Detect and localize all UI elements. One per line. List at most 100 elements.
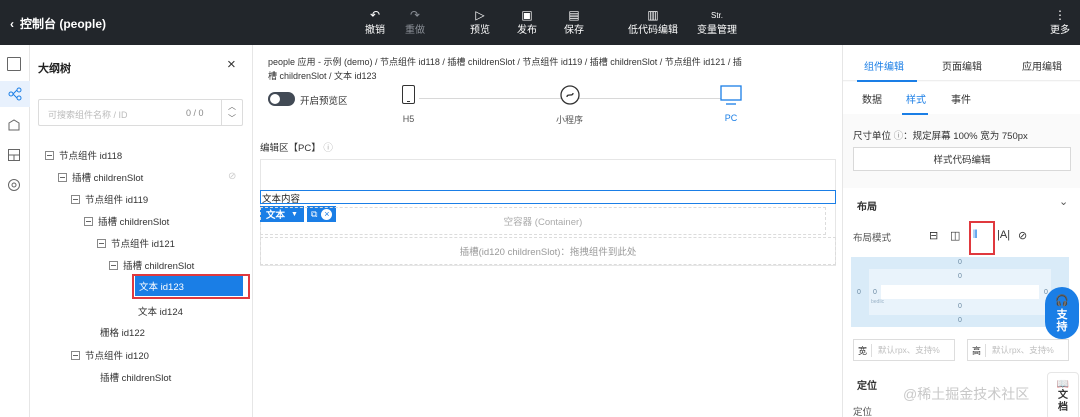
low-code-edit-button[interactable]: ▥ 低代码编辑 [628,7,678,38]
editor-canvas: people 应用 - 示例 (demo) / 节点组件 id118 / 插槽 … [254,45,842,417]
style-code-edit-button[interactable]: 样式代码编辑 [853,147,1071,171]
more-icon: ⋮ [1054,8,1066,22]
collapse-icon[interactable] [71,194,80,204]
collapse-icon[interactable] [97,238,106,248]
settings-icon[interactable] [7,178,21,192]
preview-toggle[interactable] [268,92,295,106]
back-to-console-button[interactable]: ‹ 控制台 (people) [10,15,106,32]
support-float-button[interactable]: 🎧 支持 [1045,287,1079,339]
top-toolbar: ‹ 控制台 (people) ↶ 撤销 ↷ 重做 ▷ 预览 ▣ 发布 ▤ 保存 ▥ 低代码编… [0,0,1080,45]
height-field[interactable]: 高 默认rpx、支持% [967,339,1069,361]
save-button[interactable]: ▤ 保存 [564,7,584,38]
redo-icon: ↷ [409,8,421,22]
position-heading: 定位 [857,381,877,392]
tree-node[interactable]: 节点组件 id121 [97,236,175,250]
tree-node[interactable]: 插槽 childrenSlot [84,214,169,228]
monitor-icon [720,85,742,105]
sub-tab-underline [902,113,928,115]
pages-icon[interactable] [7,57,21,71]
eye-off-icon[interactable]: ⊘ [228,171,236,182]
outline-tree-panel: 大纲树 × 可搜索组件名称 / ID 0 / 0 ︿ ﹀ 节点组件 id118 … [30,45,253,417]
tree-node[interactable]: 插槽 childrenSlot [100,370,171,384]
preview-toggle-label: 开启预览区 [300,96,348,107]
component-search-box[interactable]: 可搜索组件名称 / ID 0 / 0 ︿ ﹀ [38,99,243,126]
edit-area-label: 编辑区【PC】 ⓘ [260,143,333,154]
variable-icon: Str. [710,11,723,20]
tree-node[interactable]: 节点组件 id119 [71,192,148,206]
undo-button[interactable]: ↶ 撤销 [365,7,385,38]
chevron-down-icon[interactable]: ﹀ [228,113,236,124]
tab-style[interactable]: 样式 [906,91,926,106]
collapse-icon[interactable] [45,150,54,160]
tab-data[interactable]: 数据 [862,91,882,106]
layout-inline-icon[interactable]: |A| [997,229,1010,241]
tab-events[interactable]: 事件 [951,91,971,106]
layout-heading: 布局 [857,202,877,213]
layout-mode-label: 布局模式 [853,233,892,244]
tab-app-edit[interactable]: 应用编辑 [1022,58,1062,73]
search-count: 0 / 0 [186,108,204,118]
toggle-knob [270,94,280,104]
doc-float-button[interactable]: 📖 文档 [1047,372,1079,417]
close-icon[interactable]: × [227,56,236,73]
delete-icon[interactable]: × [321,208,333,220]
device-pc[interactable]: PC [720,85,742,123]
watermark: @稀土掘金技术社区 [903,386,1030,402]
chevron-down-icon[interactable]: ⌄ [1059,195,1068,208]
box-model-editor[interactable]: 0 0 0 0 0 0 0 0 bedlic [851,257,1069,327]
tree-node[interactable]: 节点组件 id120 [71,348,149,362]
caret-down-icon: ▼ [291,210,298,218]
undo-icon: ↶ [369,8,381,22]
preview-button[interactable]: ▷ 预览 [470,7,490,38]
collapse-icon[interactable] [84,216,93,226]
play-icon: ▷ [475,8,485,22]
template-icon[interactable] [7,148,21,162]
device-mini-program[interactable]: 小程序 [556,85,583,126]
tab-component-edit[interactable]: 组件编辑 [864,58,904,73]
headset-icon: 🎧 [1055,294,1069,307]
publish-button[interactable]: ▣ 发布 [517,7,537,38]
book-icon: 📖 [1056,378,1070,390]
variable-manage-button[interactable]: Str. 变量管理 [697,7,737,38]
info-icon: ⓘ [323,143,333,154]
tab-page-edit[interactable]: 页面编辑 [942,58,982,73]
component-type-chip[interactable]: 文本 ▼ [260,206,304,222]
breadcrumb: people 应用 - 示例 (demo) / 节点组件 id118 / 插槽 … [268,57,742,67]
component-toolbar: 文本 ▼ ⧉ × [260,206,337,222]
tree-node[interactable]: 插槽 childrenSlot [58,170,143,184]
outline-title: 大纲树 [38,63,71,75]
layout-hidden-icon[interactable]: ⊘ [1018,229,1027,242]
size-unit-hint: 尺寸单位 ⓘ：规定屏幕 100% 宽为 750px [853,131,1028,142]
layout-highlight [969,221,995,255]
redo-button[interactable]: ↷ 重做 [405,7,425,38]
collapse-icon[interactable] [71,350,80,360]
search-placeholder: 可搜索组件名称 / ID [48,110,128,120]
chevron-up-icon[interactable]: ︿ [228,101,236,112]
tree-node[interactable]: 插槽 childrenSlot [109,258,194,272]
tree-node[interactable]: 栅格 id122 [100,325,145,339]
device-h5[interactable]: H5 [402,85,415,124]
selected-text-component[interactable]: 文本内容 [260,190,836,205]
left-icon-rail [0,45,30,417]
width-field[interactable]: 宽 默认rpx、支持% [853,339,955,361]
breadcrumb-continued: 槽 childrenSlot / 文本 id123 [268,71,377,81]
selection-highlight [132,274,250,299]
save-icon: ▤ [568,8,580,22]
more-button[interactable]: ⋮ 更多 [1050,7,1070,38]
slot-drop-zone[interactable]: 插槽(id120 childrenSlot)：拖拽组件到此处 [260,237,836,265]
chevron-left-icon: ‹ [10,16,14,31]
layout-block-icon[interactable]: ⊟ [929,229,938,242]
mini-program-icon [559,85,580,105]
tree-node[interactable]: 节点组件 id118 [45,148,122,162]
collapse-icon[interactable] [109,260,118,270]
layout-inline-block-icon[interactable]: ◫ [950,229,960,242]
collapse-icon[interactable] [58,172,67,182]
phone-icon [402,85,415,104]
property-panel: 组件编辑 页面编辑 应用编辑 数据 样式 事件 尺寸单位 ⓘ：规定屏幕 100%… [842,45,1080,417]
copy-icon[interactable]: ⧉ [311,209,317,220]
code-file-icon: ▥ [647,8,659,22]
outline-tree-tab[interactable] [0,81,30,107]
component-library-icon[interactable] [7,118,21,132]
console-title: 控制台 (people) [20,17,106,31]
tree-node[interactable]: 文本 id124 [138,304,183,318]
